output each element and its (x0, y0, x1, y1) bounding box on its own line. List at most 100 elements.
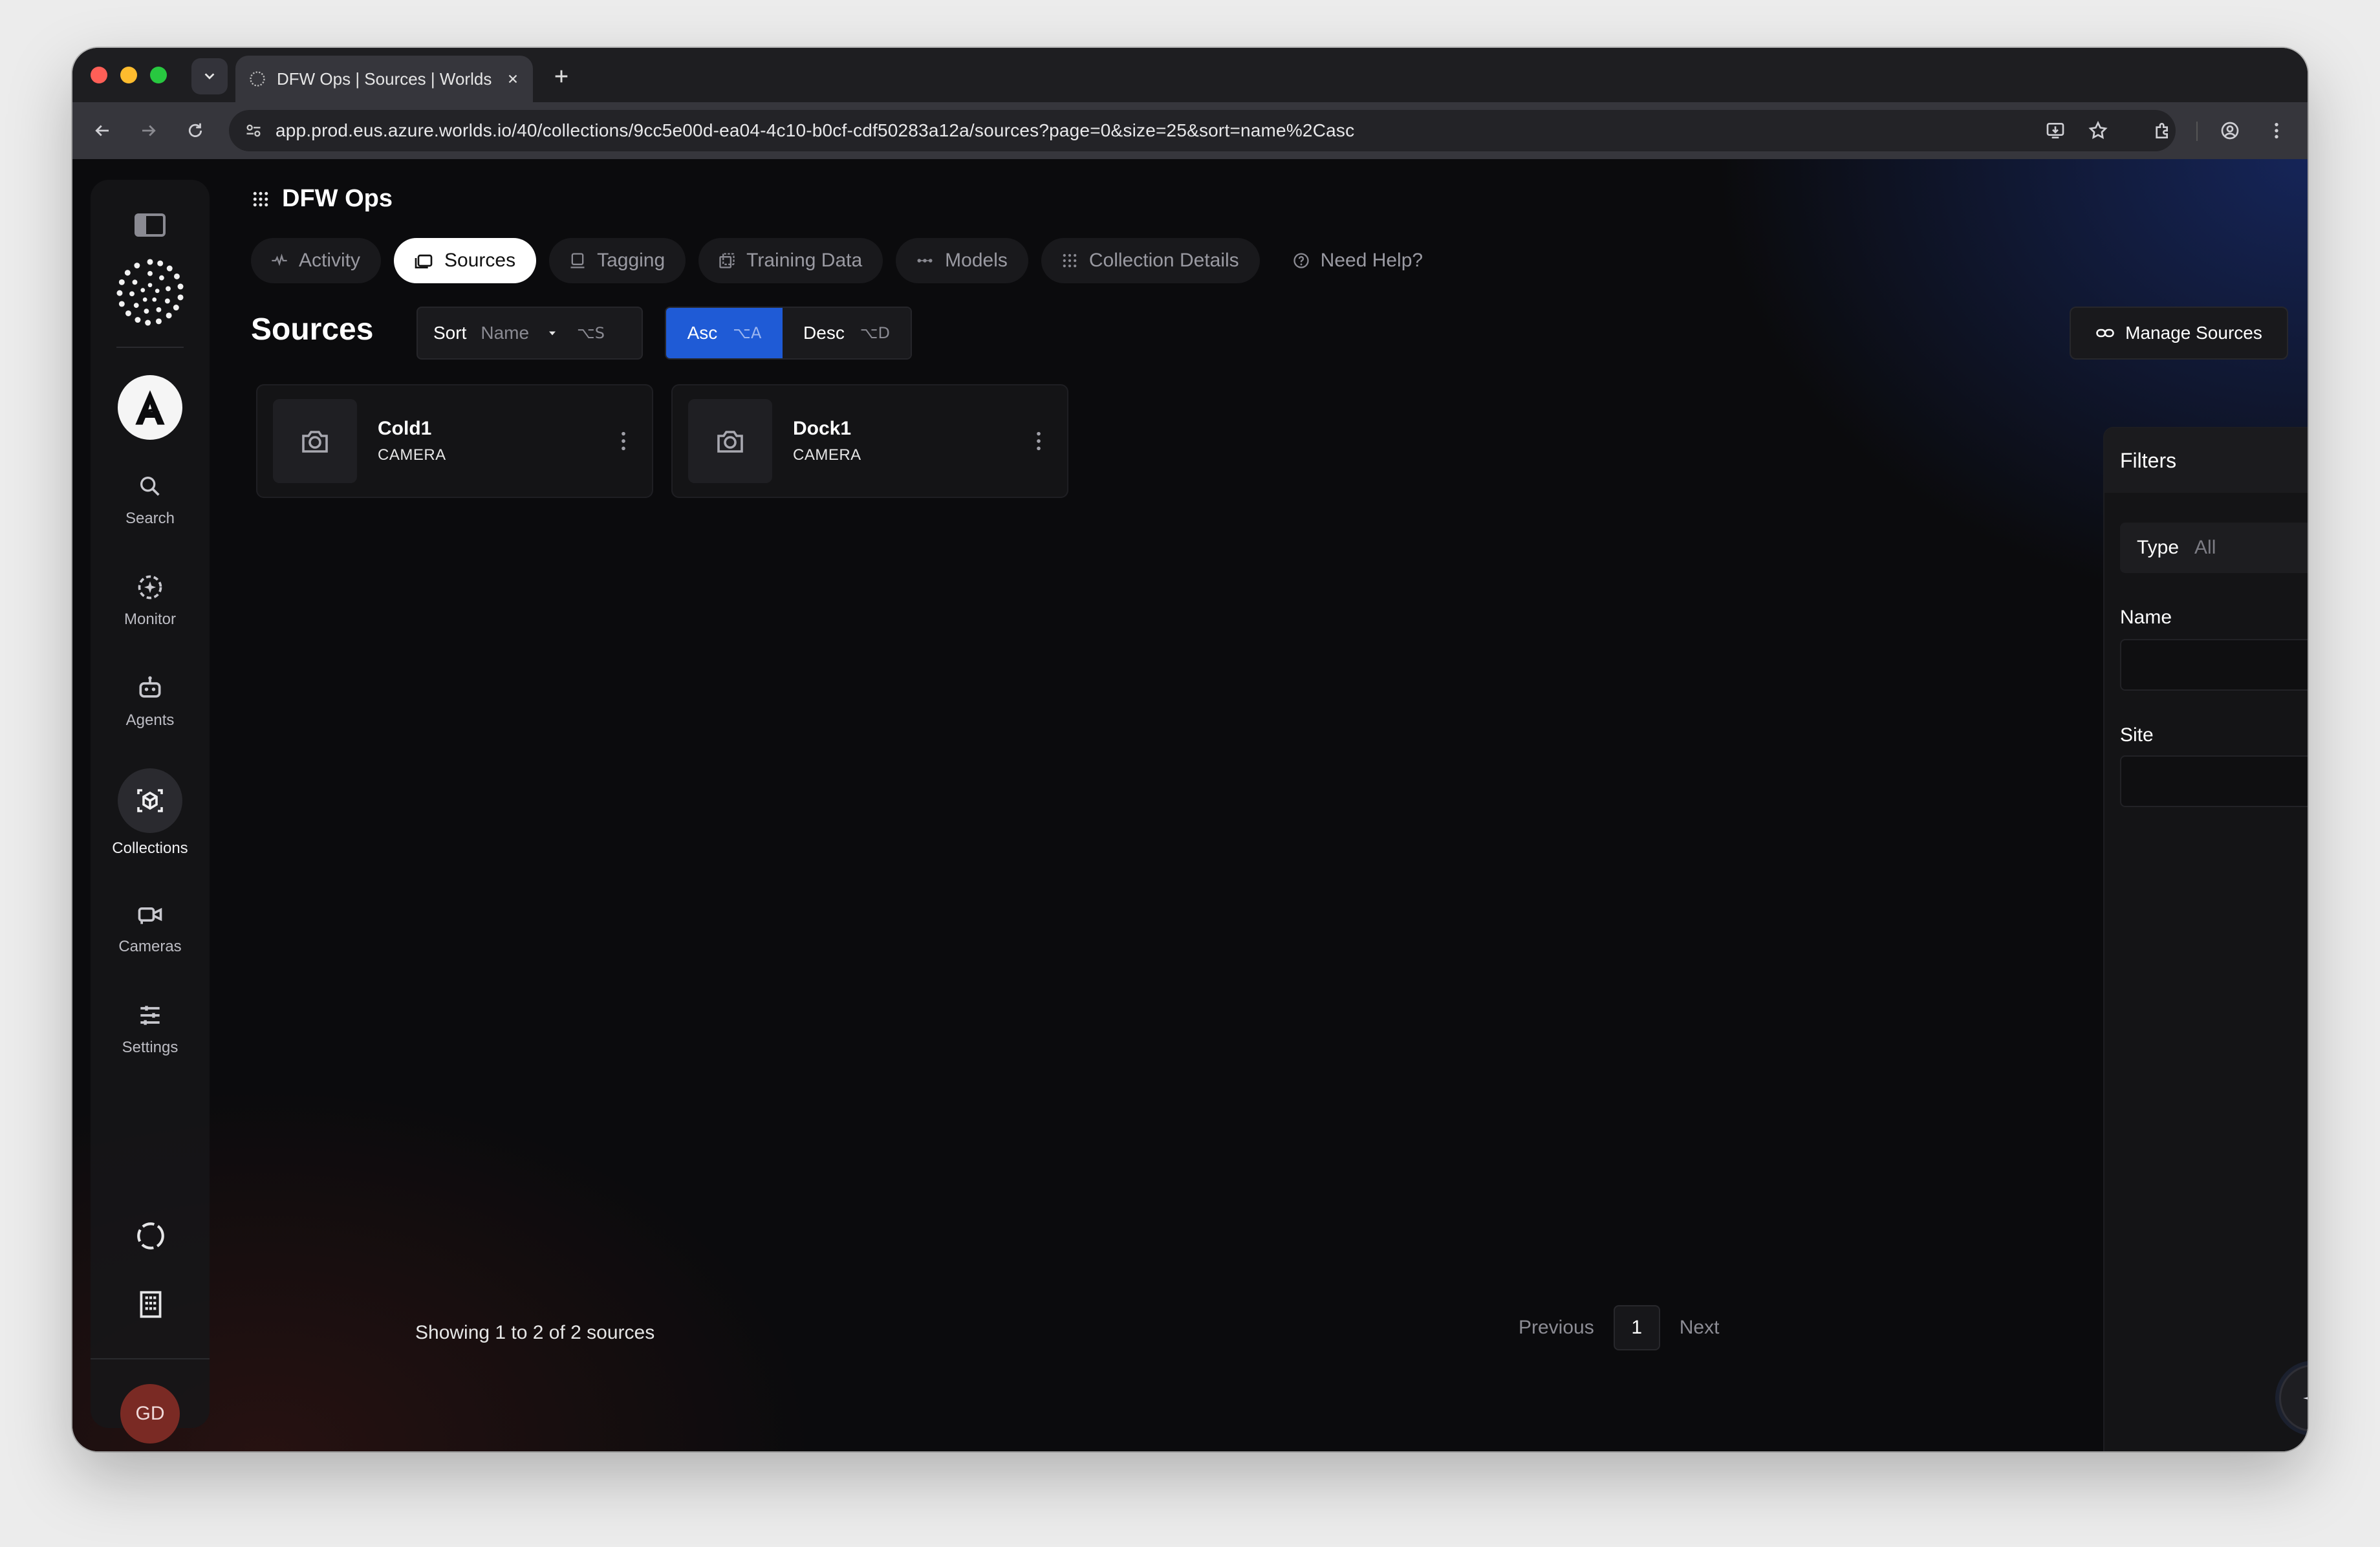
worlds-favicon-icon (250, 71, 265, 87)
sources-icon (415, 254, 433, 268)
next-button[interactable]: Next (1680, 1317, 1720, 1339)
worlds-logo[interactable] (114, 256, 186, 329)
app-content: Search Monitor Agents Collections Camera… (72, 159, 2308, 1451)
sidebar-item-label: Agents (125, 711, 175, 729)
manage-sources-label: Manage Sources (2125, 323, 2262, 343)
sort-shortcut: ⌥S (577, 324, 605, 342)
camera-icon (133, 898, 167, 931)
building-button[interactable] (135, 1288, 167, 1321)
browser-tab-strip: DFW Ops | Sources | Worlds (72, 48, 2308, 102)
site-settings-icon[interactable] (244, 122, 263, 140)
name-filter-input[interactable]: ⌥F (2120, 639, 2308, 691)
asc-button[interactable]: Asc ⌥A (666, 308, 783, 358)
sync-button[interactable] (135, 1220, 167, 1252)
profile-button[interactable] (2213, 114, 2247, 147)
page-number-button[interactable]: 1 (1613, 1305, 1660, 1350)
worlds-logo-icon (116, 259, 184, 326)
source-menu-button[interactable] (611, 422, 636, 460)
manage-sources-button[interactable]: Manage Sources (2070, 307, 2288, 360)
install-app-button[interactable] (2039, 114, 2072, 147)
previous-button[interactable]: Previous (1519, 1317, 1594, 1339)
robot-icon (133, 671, 167, 705)
close-tab-icon[interactable] (506, 72, 520, 86)
filters-title: Filters (2104, 428, 2308, 493)
tab-label: Sources (444, 250, 516, 271)
desc-button[interactable]: Desc ⌥D (783, 308, 911, 358)
tag-icon (570, 253, 585, 268)
sidebar-divider (91, 1358, 210, 1359)
more-vertical-icon (2275, 123, 2278, 138)
sidebar-item-cameras[interactable]: Cameras (91, 898, 210, 956)
browser-window: DFW Ops | Sources | Worlds app.prod.eus.… (72, 48, 2308, 1451)
sidebar-item-collections[interactable]: Collections (91, 768, 210, 858)
desc-shortcut: ⌥D (860, 324, 890, 342)
browser-tab-title: DFW Ops | Sources | Worlds (277, 69, 492, 89)
apps-grid-icon[interactable] (251, 189, 270, 209)
profile-icon (2221, 122, 2239, 140)
sidebar-item-settings[interactable]: Settings (91, 999, 210, 1057)
source-card[interactable]: Cold1 CAMERA (256, 384, 653, 498)
org-logo-button[interactable] (118, 375, 182, 440)
tab-sources[interactable]: Sources (394, 238, 537, 283)
maximize-window-button[interactable] (150, 67, 167, 83)
asc-shortcut: ⌥A (733, 324, 762, 342)
forward-button[interactable] (132, 114, 166, 147)
need-help-link[interactable]: Need Help? (1273, 238, 1444, 283)
sidebar-toggle-button[interactable] (133, 212, 167, 238)
pagination: Previous 1 Next (1519, 1305, 1719, 1350)
help-icon (1293, 253, 1309, 268)
source-menu-button[interactable] (1026, 422, 1052, 460)
sparkle-icon (2303, 1397, 2308, 1400)
tab-collection-details[interactable]: Collection Details (1041, 238, 1260, 283)
back-button[interactable] (85, 114, 119, 147)
sidebar-item-label: Cameras (118, 938, 182, 955)
tab-label: Need Help? (1320, 250, 1423, 271)
sidebar-item-monitor[interactable]: Monitor (91, 570, 210, 629)
caret-down-icon (549, 331, 556, 336)
extensions-button[interactable] (2146, 114, 2180, 147)
sidebar: Search Monitor Agents Collections Camera… (91, 180, 210, 1444)
org-logo-icon (135, 390, 165, 425)
desc-label: Desc (803, 323, 845, 343)
minimize-window-button[interactable] (120, 67, 137, 83)
panel-toggle-icon (135, 213, 166, 237)
plus-icon (555, 70, 568, 83)
page-title: DFW Ops (282, 185, 393, 212)
cube-icon (118, 768, 182, 833)
type-filter-select[interactable]: Type All ⌥T (2120, 523, 2308, 573)
url-text: app.prod.eus.azure.worlds.io/40/collecti… (276, 120, 1355, 140)
source-thumbnail (273, 399, 357, 483)
source-card[interactable]: Dock1 CAMERA (671, 384, 1068, 498)
bookmark-button[interactable] (2081, 114, 2115, 147)
reload-button[interactable] (178, 114, 212, 147)
sidebar-item-search[interactable]: Search (91, 470, 210, 528)
source-name: Dock1 (793, 418, 852, 439)
tab-models[interactable]: Models (896, 238, 1028, 283)
avatar[interactable]: GD (120, 1384, 180, 1444)
sort-select[interactable]: Sort Name ⌥S (416, 307, 643, 360)
type-filter-value: All (2194, 537, 2216, 558)
tab-training-data[interactable]: Training Data (698, 238, 883, 283)
close-window-button[interactable] (91, 67, 107, 83)
address-bar[interactable]: app.prod.eus.azure.worlds.io/40/collecti… (229, 110, 2176, 151)
browser-tab[interactable]: DFW Ops | Sources | Worlds (235, 56, 533, 102)
source-info: Cold1 CAMERA (378, 418, 611, 464)
browser-menu-button[interactable] (2260, 114, 2293, 147)
models-icon (917, 259, 933, 263)
tab-activity[interactable]: Activity (251, 238, 382, 283)
sort-value: Name (481, 323, 530, 343)
tab-label: Activity (299, 250, 361, 271)
source-type: CAMERA (793, 446, 861, 464)
tab-label: Training Data (746, 250, 863, 271)
arrow-right-icon (142, 125, 156, 136)
sidebar-divider (116, 347, 184, 348)
collection-header: DFW Ops (251, 185, 393, 213)
site-filter-input[interactable] (2120, 755, 2308, 807)
tab-label: Collection Details (1088, 250, 1239, 271)
loading-circle-icon (137, 1222, 164, 1250)
tab-search-button[interactable] (191, 58, 228, 94)
camera-icon (302, 431, 328, 453)
tab-tagging[interactable]: Tagging (549, 238, 686, 283)
new-tab-button[interactable] (546, 61, 577, 92)
sidebar-item-agents[interactable]: Agents (91, 671, 210, 730)
